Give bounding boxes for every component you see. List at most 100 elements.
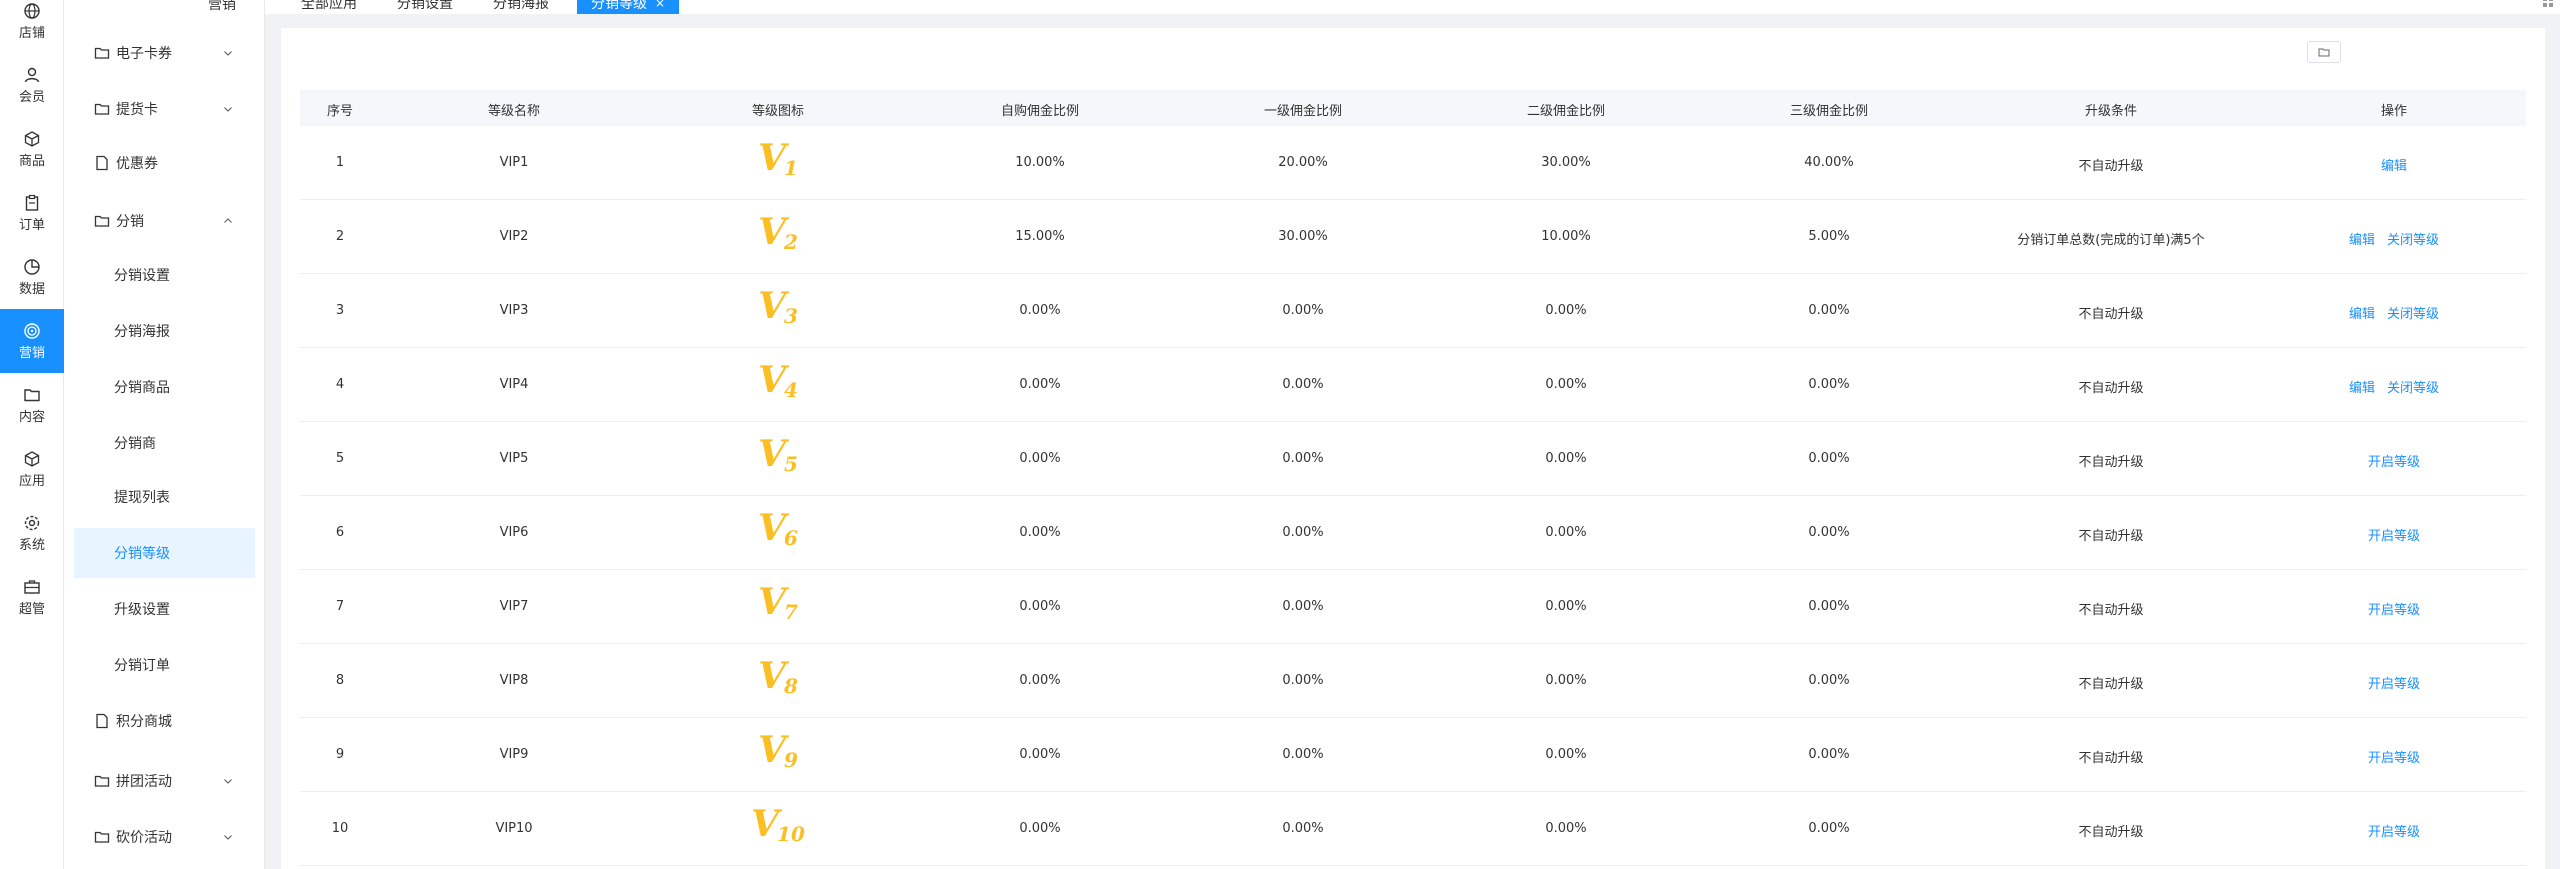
column-header: 二级佣金比例	[1526, 104, 1606, 119]
edit-link[interactable]: 编辑	[2349, 233, 2375, 248]
rail-item-label: 超管	[18, 601, 45, 617]
rail-item-label: 营销	[18, 345, 45, 361]
submenu-item-12[interactable]: 积分商城	[74, 696, 255, 746]
disable-level-link[interactable]: 关闭等级	[2387, 307, 2439, 322]
submenu-item-9[interactable]: 分销等级	[74, 528, 255, 578]
level-badge-number: 6	[784, 526, 798, 550]
cell-l3: 40.00%	[1804, 155, 1854, 170]
submenu-item-4[interactable]: 分销设置	[74, 250, 255, 300]
submenu-item-14[interactable]: 砍价活动	[74, 812, 255, 862]
cell-cond: 不自动升级	[2078, 751, 2144, 766]
table-row: 7 VIP7 0.00% 0.00% 0.00% 0.00% 不自动升级 V 7 开启等级	[300, 570, 2526, 644]
rail-item-6[interactable]: 内容	[0, 373, 64, 437]
table-row: 2 VIP2 15.00% 30.00% 10.00% 5.00% 分销订单总数(完成的订单…	[300, 200, 2526, 274]
enable-level-link[interactable]: 开启等级	[2368, 529, 2420, 544]
submenu-item-8[interactable]: 提现列表	[74, 472, 255, 522]
submenu-item-label: 分销海报	[114, 324, 170, 340]
level-badge-number: 10	[777, 822, 805, 846]
rail-item-4[interactable]: 数据	[0, 245, 64, 309]
chevron-down-icon	[224, 107, 232, 112]
submenu-item-7[interactable]: 分销商	[74, 418, 255, 468]
cell-l3: 0.00%	[1808, 673, 1850, 688]
submenu-item-10[interactable]: 升级设置	[74, 584, 255, 634]
tab-3[interactable]: 分销等级 ×	[577, 0, 680, 14]
cell-cond: 不自动升级	[2078, 307, 2144, 322]
row-actions: 开启等级	[2362, 599, 2426, 618]
gear-icon	[24, 515, 40, 530]
submenu-item-2[interactable]: 优惠券	[74, 138, 255, 188]
submenu-item-label: 分销	[116, 214, 144, 230]
table-row: 9 VIP9 0.00% 0.00% 0.00% 0.00% 不自动升级 V 9 开启等级	[300, 718, 2526, 792]
edit-link[interactable]: 编辑	[2381, 159, 2407, 174]
rail-item-7[interactable]: 应用	[0, 437, 64, 501]
submenu-item-11[interactable]: 分销订单	[74, 640, 255, 690]
edit-link[interactable]: 编辑	[2349, 307, 2375, 322]
enable-level-link[interactable]: 开启等级	[2368, 455, 2420, 470]
cell-cond: 不自动升级	[2078, 455, 2144, 470]
row-actions: 编辑 关闭等级	[2343, 303, 2445, 322]
cell-name: VIP5	[499, 451, 529, 466]
cell-l2: 0.00%	[1545, 599, 1587, 614]
rail-item-label: 会员	[18, 89, 45, 105]
submenu-item-label: 提货卡	[116, 102, 158, 118]
cell-self: 0.00%	[1019, 377, 1061, 392]
enable-level-link[interactable]: 开启等级	[2368, 603, 2420, 618]
level-badge-icon: V7	[758, 581, 798, 624]
rail-item-0[interactable]: 店铺	[0, 0, 64, 53]
level-badge-icon: V5	[758, 433, 798, 476]
folder-icon	[94, 103, 110, 115]
submenu-item-label: 积分商城	[116, 714, 172, 730]
rail-item-3[interactable]: 订单	[0, 181, 64, 245]
enable-level-link[interactable]: 开启等级	[2368, 825, 2420, 840]
tab-2[interactable]: 分销海报	[493, 0, 549, 14]
tab-1[interactable]: 分销设置	[397, 0, 453, 14]
cell-cond: 不自动升级	[2078, 159, 2144, 174]
submenu-item-5[interactable]: 分销海报	[74, 306, 255, 356]
cell-l1: 0.00%	[1282, 673, 1324, 688]
submenu-item-0[interactable]: 电子卡券	[74, 28, 255, 78]
cell-l2: 0.00%	[1545, 525, 1587, 540]
table-row: 10 VIP10 0.00% 0.00% 0.00% 0.00% 不自动升级 V 10 开启等级	[300, 792, 2526, 866]
enable-level-link[interactable]: 开启等级	[2368, 751, 2420, 766]
rail-item-8[interactable]: 系统	[0, 501, 64, 565]
submenu-item-1[interactable]: 提货卡	[74, 84, 255, 134]
grid-icon[interactable]	[2542, 0, 2554, 8]
submenu-item-13[interactable]: 拼团活动	[74, 756, 255, 806]
close-icon[interactable]: ×	[655, 0, 665, 10]
folder-button[interactable]	[2307, 41, 2341, 63]
cell-name: VIP4	[499, 377, 529, 392]
cell-no: 10	[331, 821, 349, 836]
cell-l2: 0.00%	[1545, 377, 1587, 392]
level-badge-icon: V9	[758, 729, 798, 772]
cell-cond: 不自动升级	[2078, 381, 2144, 396]
cell-self: 15.00%	[1015, 229, 1065, 244]
disable-level-link[interactable]: 关闭等级	[2387, 233, 2439, 248]
cell-l1: 30.00%	[1278, 229, 1328, 244]
tab-0[interactable]: 全部应用	[301, 0, 357, 14]
cell-self: 0.00%	[1019, 821, 1061, 836]
level-badge-number: 7	[784, 600, 798, 624]
table-row: 6 VIP6 0.00% 0.00% 0.00% 0.00% 不自动升级 V 6 开启等级	[300, 496, 2526, 570]
submenu-item-3[interactable]: 分销	[74, 196, 255, 246]
level-badge-icon: V8	[758, 655, 798, 698]
row-actions: 开启等级	[2362, 821, 2426, 840]
rail-item-9[interactable]: 超管	[0, 565, 64, 629]
document-icon	[96, 713, 108, 729]
rail-item-2[interactable]: 商品	[0, 117, 64, 181]
enable-level-link[interactable]: 开启等级	[2368, 677, 2420, 692]
cell-name: VIP9	[499, 747, 529, 762]
edit-link[interactable]: 编辑	[2349, 381, 2375, 396]
cell-self: 0.00%	[1019, 673, 1061, 688]
level-badge-number: 8	[784, 674, 798, 698]
rail-item-5[interactable]: 营销	[0, 309, 64, 373]
rail-item-1[interactable]: 会员	[0, 53, 64, 117]
level-badge-number: 9	[784, 748, 798, 772]
level-badge-icon: V3	[758, 285, 798, 328]
cell-name: VIP8	[499, 673, 529, 688]
submenu-item-6[interactable]: 分销商品	[74, 362, 255, 412]
cell-l1: 0.00%	[1282, 599, 1324, 614]
chevron-down-icon	[224, 51, 232, 56]
disable-level-link[interactable]: 关闭等级	[2387, 381, 2439, 396]
level-badge-icon: V6	[758, 507, 798, 550]
column-header: 等级名称	[487, 104, 541, 119]
